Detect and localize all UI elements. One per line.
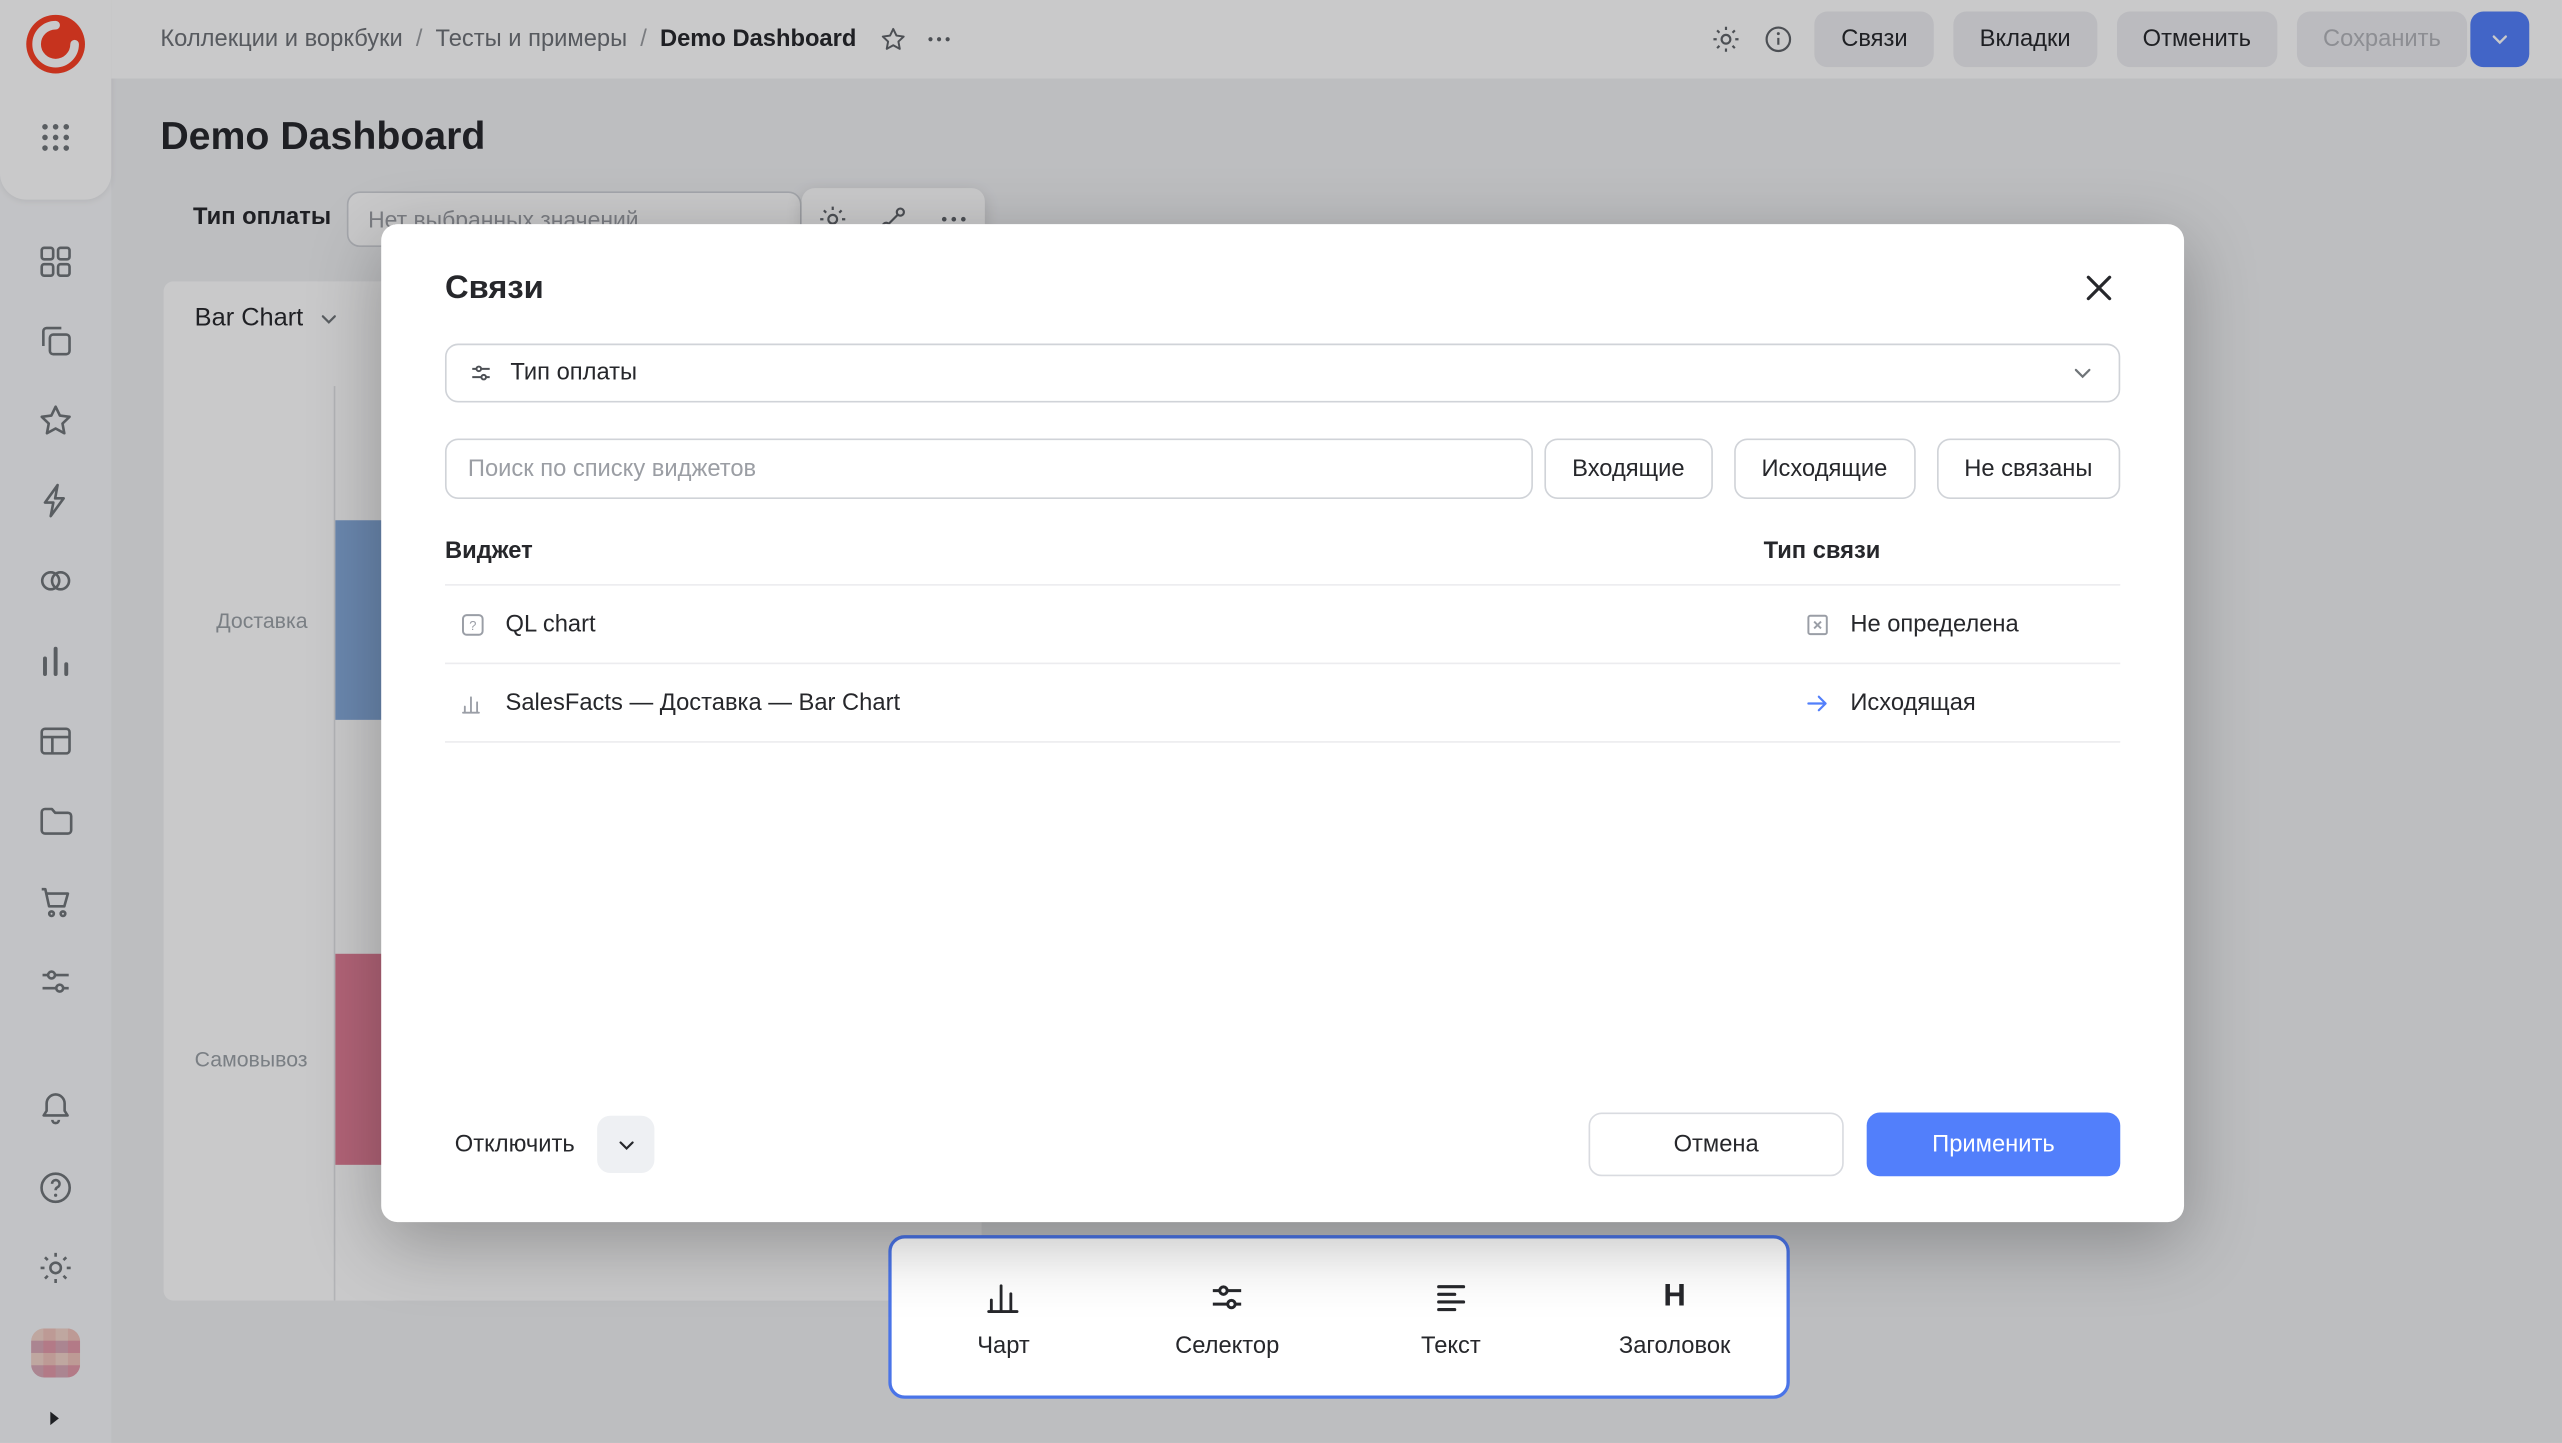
chevron-down-icon <box>2068 358 2097 387</box>
close-icon[interactable] <box>2078 267 2121 310</box>
sliders-icon <box>1206 1275 1249 1318</box>
dialog-title: Связи <box>445 269 544 307</box>
add-selector-button[interactable]: Селектор <box>1115 1275 1339 1358</box>
add-heading-label: Заголовок <box>1619 1333 1731 1359</box>
add-chart-label: Чарт <box>977 1333 1030 1359</box>
apply-button[interactable]: Применить <box>1867 1112 2121 1176</box>
relations-table-header: Виджет Тип связи <box>445 538 2120 585</box>
app-root: Коллекции и воркбуки / Тесты и примеры /… <box>0 0 2562 1443</box>
row-relation-type: Не определена <box>1850 611 2018 637</box>
dialog-widget-select[interactable]: Тип оплаты <box>445 344 2120 403</box>
add-heading-button[interactable]: H Заголовок <box>1563 1275 1787 1358</box>
chevron-down-icon <box>613 1131 639 1157</box>
row-widget-name: QL chart <box>506 611 596 637</box>
add-text-label: Текст <box>1421 1333 1481 1359</box>
dialog-cancel-button[interactable]: Отмена <box>1589 1112 1844 1176</box>
arrow-right-icon <box>1803 688 1832 717</box>
filter-unrelated-button[interactable]: Не связаны <box>1936 438 2120 499</box>
text-lines-icon <box>1430 1275 1473 1318</box>
table-row[interactable]: ? QL chart Не определена <box>445 586 2120 665</box>
dialog-widget-select-value: Тип оплаты <box>510 360 637 386</box>
relations-dialog: Связи Тип оплаты Входящие Исходящие Не с… <box>381 224 2184 1222</box>
widget-add-toolbar: Чарт Селектор Текст H Заголовок <box>888 1235 1789 1399</box>
column-relation-type: Тип связи <box>1764 538 2121 564</box>
row-relation-type: Исходящая <box>1850 690 1975 716</box>
chart-icon <box>982 1275 1025 1318</box>
add-chart-button[interactable]: Чарт <box>892 1275 1116 1358</box>
disable-dropdown-button[interactable] <box>598 1116 655 1173</box>
filter-incoming-button[interactable]: Входящие <box>1544 438 1712 499</box>
svg-text:?: ? <box>469 617 476 632</box>
table-row[interactable]: SalesFacts — Доставка — Bar Chart Исходя… <box>445 664 2120 743</box>
add-text-button[interactable]: Текст <box>1339 1275 1563 1358</box>
disable-button[interactable]: Отключить <box>445 1113 585 1175</box>
chart-icon <box>458 688 487 717</box>
ql-chart-icon: ? <box>458 609 487 638</box>
relation-filters: Входящие Исходящие Не связаны <box>1544 438 2120 499</box>
heading-h-icon: H <box>1663 1275 1685 1318</box>
relation-undefined-icon <box>1803 609 1832 638</box>
row-widget-name: SalesFacts — Доставка — Bar Chart <box>506 690 901 716</box>
column-widget: Виджет <box>445 538 1764 564</box>
sliders-icon <box>468 360 494 386</box>
filter-outgoing-button[interactable]: Исходящие <box>1734 438 1915 499</box>
add-selector-label: Селектор <box>1175 1333 1279 1359</box>
widget-search-input[interactable] <box>445 438 1533 499</box>
